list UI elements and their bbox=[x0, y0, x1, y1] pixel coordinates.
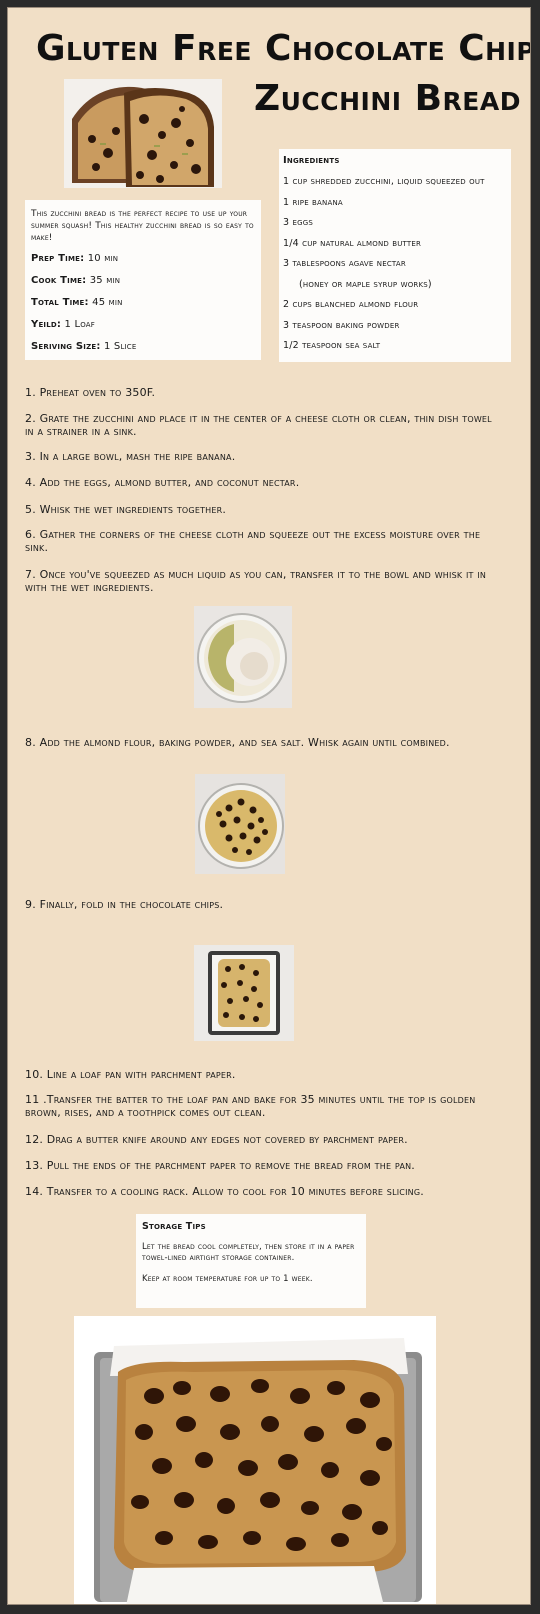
ingredient-item: (honey or maple syrup works) bbox=[299, 278, 432, 290]
intro-text: This zucchini bread is the perfect recip… bbox=[31, 209, 254, 243]
yield-label: Yeild: bbox=[31, 319, 62, 330]
prep-time: Prep Time: 10 min bbox=[31, 253, 255, 265]
storage-tip-2: Keep at room temperature for up to 1 wee… bbox=[142, 1274, 313, 1284]
step-item: 6. Gather the corners of the cheese clot… bbox=[25, 528, 481, 554]
chocolate-chip-bowl-photo bbox=[195, 774, 285, 874]
bread-slices-photo bbox=[64, 79, 222, 188]
step-item: 1. Preheat oven to 350F. bbox=[25, 386, 156, 399]
step-item: 14. Transfer to a cooling rack. Allow to… bbox=[25, 1185, 424, 1198]
recipe-page: Gluten Free Chocolate Chip Zucchini Brea… bbox=[7, 7, 531, 1605]
serving-size-label: Seriving Size: bbox=[31, 341, 101, 352]
prep-time-label: Prep Time: bbox=[31, 253, 85, 264]
intro-card: This zucchini bread is the perfect recip… bbox=[25, 200, 261, 360]
step-item: 8. Add the almond flour, baking powder, … bbox=[25, 736, 450, 749]
total-time: Total Time: 45 min bbox=[31, 297, 255, 309]
ingredient-item: 3 tablespoons agave nectar bbox=[283, 258, 406, 269]
ingredients-card: Ingredients 1 cup shredded zucchini, liq… bbox=[279, 149, 511, 362]
storage-tip-1: Let the bread cool completely, then stor… bbox=[142, 1242, 355, 1263]
yield: Yeild: 1 Loaf bbox=[31, 319, 255, 331]
step-item: 10. Line a loaf pan with parchment paper… bbox=[25, 1068, 236, 1081]
step-item: 9. Finally, fold in the chocolate chips. bbox=[25, 898, 224, 911]
ingredient-item: 1/4 cup natural almond butter bbox=[283, 237, 422, 249]
title-line-2: Zucchini Bread bbox=[254, 78, 521, 119]
step-item: 2. Grate the zucchini and place it in th… bbox=[25, 412, 492, 438]
step-item: 3. In a large bowl, mash the ripe banana… bbox=[25, 450, 236, 463]
prep-time-value: 10 min bbox=[87, 253, 119, 264]
ingredient-item: 1 ripe banana bbox=[283, 196, 343, 208]
ingredient-item: 1/2 teaspoon sea salt bbox=[283, 340, 381, 351]
storage-tips-heading: Storage Tips bbox=[142, 1221, 206, 1232]
step-item: 7. Once you've squeezed as much liquid a… bbox=[25, 568, 487, 594]
cook-time: Cook Time: 35 min bbox=[31, 275, 255, 287]
storage-tips-card: Storage Tips Let the bread cool complete… bbox=[136, 1214, 366, 1308]
total-time-value: 45 min bbox=[92, 297, 123, 308]
yield-value: 1 Loaf bbox=[64, 319, 96, 330]
flour-bowl-photo bbox=[194, 606, 292, 708]
step-item: 5. Whisk the wet ingredients together. bbox=[25, 503, 227, 516]
ingredient-item: 2 cups blanched almond flour bbox=[283, 299, 419, 310]
serving-size: Seriving Size: 1 Slice bbox=[31, 341, 255, 353]
total-time-label: Total Time: bbox=[31, 297, 89, 308]
loaf-pan-batter-photo bbox=[194, 945, 294, 1041]
cook-time-value: 35 min bbox=[89, 275, 121, 286]
ingredient-item: 1 cup shredded zucchini, liquid squeezed… bbox=[283, 176, 485, 187]
finished-loaf-photo bbox=[74, 1316, 436, 1604]
title-line-1: Gluten Free Chocolate Chip bbox=[36, 28, 531, 69]
step-item: 12. Drag a butter knife around any edges… bbox=[25, 1133, 408, 1146]
serving-size-value: 1 Slice bbox=[103, 341, 137, 352]
step-item: 13. Pull the ends of the parchment paper… bbox=[25, 1159, 415, 1172]
cook-time-label: Cook Time: bbox=[31, 275, 87, 286]
step-item: 4. Add the eggs, almond butter, and coco… bbox=[25, 476, 300, 489]
step-item: 11 .Transfer the batter to the loaf pan … bbox=[25, 1093, 476, 1119]
ingredients-heading: Ingredients bbox=[283, 155, 340, 166]
ingredient-item: 3 eggs bbox=[283, 217, 313, 228]
ingredient-item: 3 teaspoon baking powder bbox=[283, 319, 400, 331]
